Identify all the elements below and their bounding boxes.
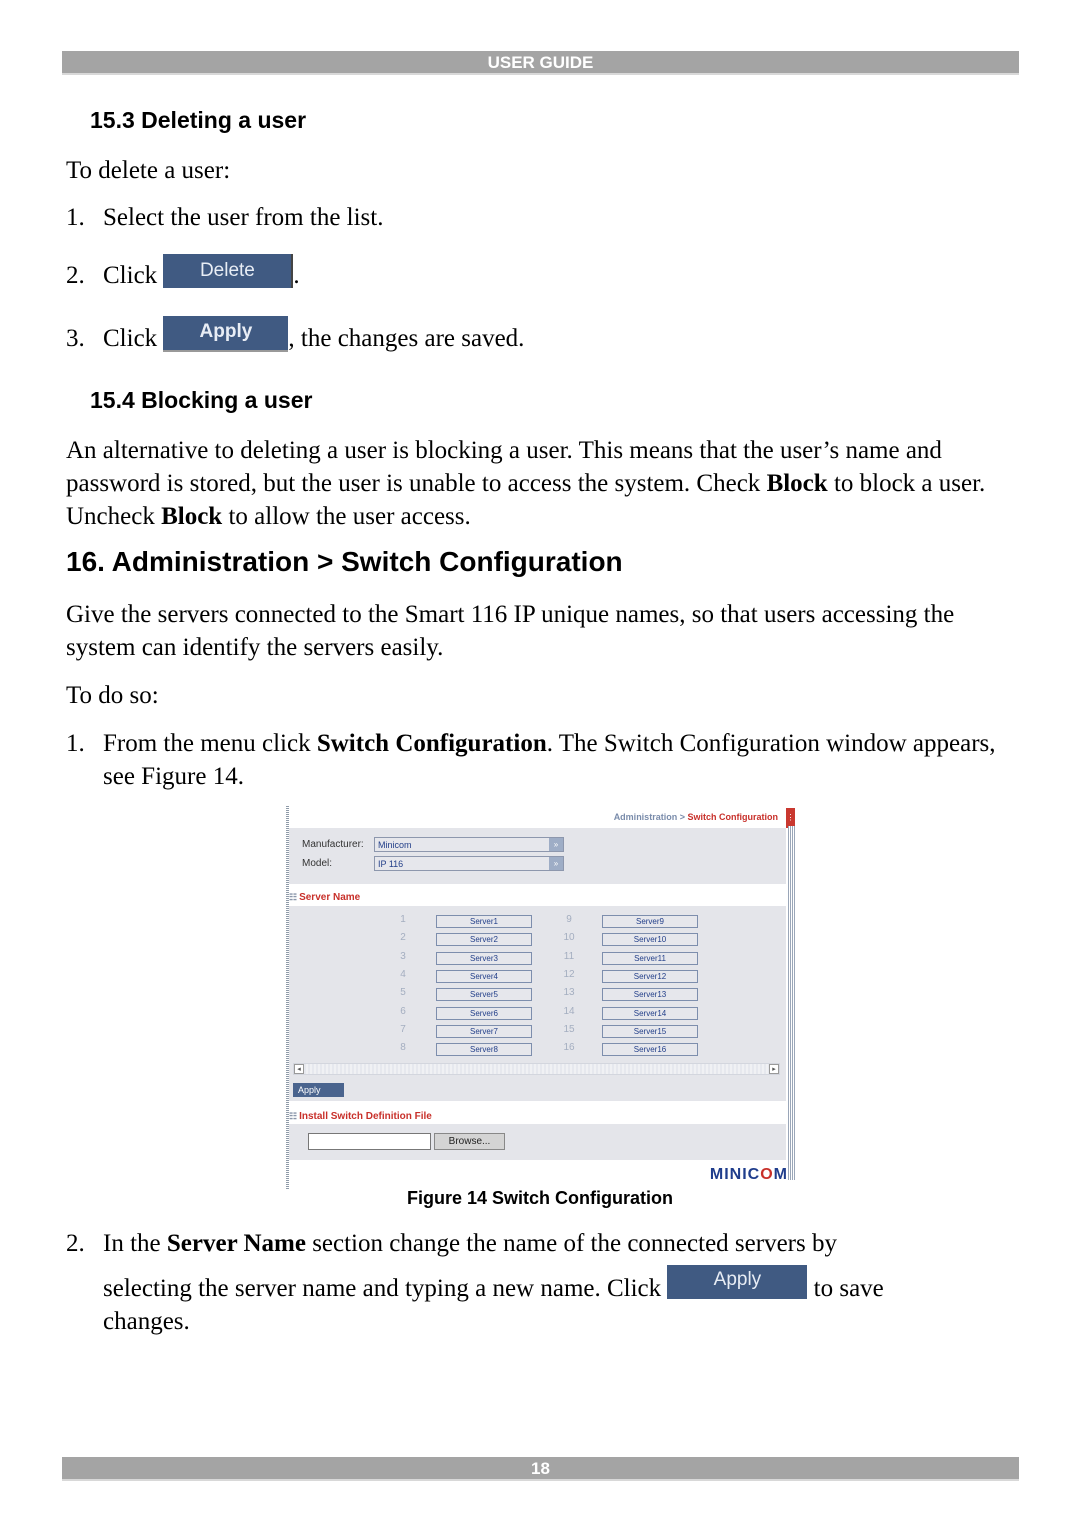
server-name-input[interactable]: Server1 <box>436 915 532 928</box>
server-name-input[interactable]: Server2 <box>436 933 532 947</box>
model-select[interactable]: IP 116 » <box>374 856 564 871</box>
step-text-end: , the changes are saved. <box>288 325 525 352</box>
server-name-input[interactable]: Server6 <box>436 1006 532 1020</box>
step-number: 2. <box>66 1230 85 1257</box>
server-name-input[interactable]: Server16 <box>602 1043 698 1057</box>
server-number: 4 <box>400 968 406 980</box>
section-grid-icon: ☷ <box>289 1111 298 1121</box>
apply-button-image: Apply <box>163 316 289 353</box>
step-text: In the Server Name section change the na… <box>103 1230 837 1257</box>
manufacturer-label: Manufacturer: <box>302 839 364 850</box>
scroll-right-icon[interactable]: ▸ <box>769 1064 779 1074</box>
switch-config-paragraph: Give the servers connected to the Smart … <box>66 601 955 661</box>
heading-16: 16. Administration > Switch Configuratio… <box>66 546 623 577</box>
blocking-paragraph: An alternative to deleting a user is blo… <box>66 437 986 530</box>
frame-edge-right <box>788 826 795 1180</box>
chevron-double-right-icon: » <box>549 857 563 870</box>
breadcrumb: Administration > Switch Configuration <box>614 812 778 822</box>
manufacturer-value: Minicom <box>378 840 412 850</box>
step-text: Select the user from the list. <box>103 204 384 231</box>
horizontal-scrollbar[interactable]: ◂ ▸ <box>293 1063 780 1075</box>
server-name-input[interactable]: Server7 <box>436 1024 532 1038</box>
browse-button[interactable]: Browse... <box>434 1133 505 1150</box>
server-name-input[interactable]: Server13 <box>602 988 698 1002</box>
apply-button-image: Apply <box>667 1265 808 1300</box>
server-name-input[interactable]: Server4 <box>436 969 532 983</box>
server-number: 8 <box>400 1042 406 1054</box>
server-number: 9 <box>566 914 572 925</box>
chevron-double-right-icon: » <box>549 838 563 851</box>
step-text: From the menu click Switch Configuration… <box>103 730 996 790</box>
scroll-left-icon[interactable]: ◂ <box>294 1064 304 1074</box>
install-definition-heading: ☷ Install Switch Definition File <box>289 1111 432 1122</box>
server-name-heading: ☷ Server Name <box>289 892 361 903</box>
server-number: 12 <box>563 968 575 980</box>
definition-file-input[interactable] <box>308 1133 431 1150</box>
step-number: 2. <box>66 262 85 289</box>
model-value: IP 116 <box>378 859 404 869</box>
switch-configuration-figure: Administration > Switch Configuration ⋮ … <box>286 806 798 1189</box>
footer-bar: 18 <box>62 1457 1019 1481</box>
device-panel: Manufacturer: Minicom » Model: IP 116 » <box>289 828 786 884</box>
server-number: 15 <box>563 1023 575 1035</box>
step-text: Click <box>103 262 158 289</box>
server-number: 2 <box>400 932 406 944</box>
server-name-input[interactable]: Server8 <box>436 1043 532 1057</box>
server-number: 3 <box>400 950 406 962</box>
page-number: 18 <box>531 1459 550 1478</box>
server-number: 16 <box>563 1042 575 1054</box>
server-name-input[interactable]: Server12 <box>602 969 698 983</box>
header-bar: USER GUIDE <box>62 51 1019 75</box>
minicom-logo: MINICOM <box>709 1166 788 1183</box>
server-name-input[interactable]: Server5 <box>436 988 532 1002</box>
server-number: 1 <box>400 914 406 925</box>
server-name-input[interactable]: Server15 <box>602 1024 698 1038</box>
model-label: Model: <box>302 858 333 869</box>
figure-caption: Figure 14 Switch Configuration <box>406 1188 673 1208</box>
server-name-input[interactable]: Server11 <box>602 951 698 965</box>
side-tab-icon[interactable]: ⋮ <box>786 808 795 828</box>
manufacturer-select[interactable]: Minicom » <box>374 837 564 852</box>
server-number: 6 <box>400 1005 406 1017</box>
step-text-line3: changes. <box>103 1308 190 1335</box>
delete-button-image: Delete <box>163 254 294 289</box>
delete-intro: To delete a user: <box>66 157 231 184</box>
server-number: 14 <box>563 1005 575 1017</box>
server-number: 7 <box>400 1023 406 1035</box>
server-name-input[interactable]: Server3 <box>436 951 532 965</box>
server-number: 13 <box>563 987 575 999</box>
server-name-input[interactable]: Server14 <box>602 1006 698 1020</box>
step-number: 3. <box>66 325 85 352</box>
server-number: 5 <box>400 987 406 999</box>
breadcrumb-parent[interactable]: Administration <box>614 812 678 822</box>
server-number: 10 <box>563 932 575 944</box>
config-step-2: 2. In the Server Name section change the… <box>66 1227 1026 1337</box>
step-text-end: . <box>293 262 300 289</box>
server-number: 11 <box>563 950 575 962</box>
heading-15-4: 15.4 Blocking a user <box>90 387 313 413</box>
breadcrumb-separator: > <box>679 812 685 822</box>
breadcrumb-current: Switch Configuration <box>687 812 779 822</box>
header-title: USER GUIDE <box>487 53 594 72</box>
step-number: 1. <box>66 204 85 231</box>
todo-text: To do so: <box>66 682 159 709</box>
config-step-1: 1. From the menu click Switch Configurat… <box>66 727 1026 797</box>
section-grid-icon: ☷ <box>289 892 298 902</box>
server-name-input[interactable]: Server10 <box>602 933 698 947</box>
step-text: Click <box>103 325 158 352</box>
apply-button[interactable]: Apply <box>293 1083 344 1097</box>
heading-15-3: 15.3 Deleting a user <box>90 107 307 133</box>
step-text-line2: selecting the server name and typing a n… <box>103 1265 884 1307</box>
step-number: 1. <box>66 730 85 757</box>
server-name-input[interactable]: Server9 <box>602 915 698 928</box>
